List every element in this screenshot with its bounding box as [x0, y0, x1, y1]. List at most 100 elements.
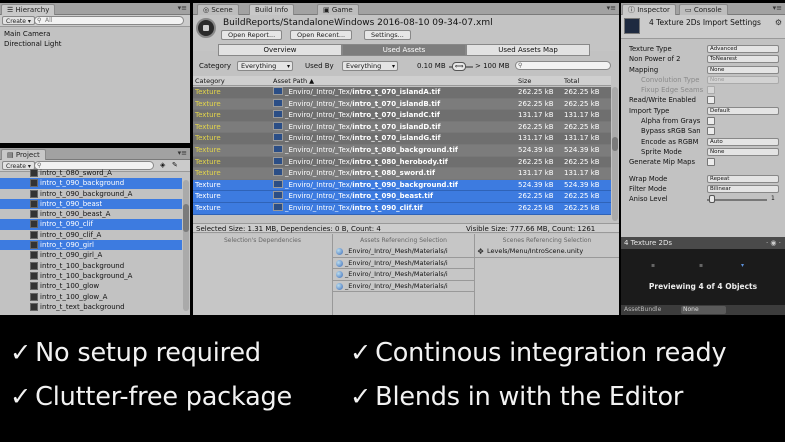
scene-item[interactable]: ❖ Levels/Menu/IntroScene.unity: [475, 246, 619, 258]
inspector-header: 4 Texture 2Ds Import Settings ⚙: [621, 15, 785, 39]
project-asset-item[interactable]: intro_t_090_background: [0, 178, 182, 189]
setting-dropdown[interactable]: None: [707, 147, 779, 156]
tab-used-assets[interactable]: Used Assets: [342, 44, 466, 56]
hierarchy-item[interactable]: Main Camera: [0, 29, 190, 39]
setting-dropdown[interactable]: None: [707, 65, 779, 74]
tab-build-info[interactable]: Build Info: [249, 4, 295, 15]
aniso-slider-track[interactable]: [707, 199, 767, 202]
project-asset-item[interactable]: intro_t_090_girl_A: [0, 250, 182, 260]
aniso-value[interactable]: 1: [771, 194, 775, 204]
hierarchy-toolbar: Create ▾ ⚲ All: [0, 15, 190, 27]
column-size[interactable]: Size: [518, 77, 531, 85]
project-asset-item[interactable]: intro_t_100_background_A: [0, 271, 182, 281]
setting-dropdown[interactable]: Repeat: [707, 174, 779, 183]
create-button[interactable]: Create ▾: [2, 16, 35, 25]
checkmark-icon: ✓: [10, 338, 32, 368]
column-category[interactable]: Category: [195, 77, 225, 85]
tab-game[interactable]: ▣ Game: [317, 4, 359, 15]
project-asset-item[interactable]: intro_t_090_girl: [0, 240, 182, 251]
column-total[interactable]: Total: [564, 77, 579, 85]
preview-options-icon[interactable]: · ◉ ·: [766, 237, 781, 249]
project-asset-item[interactable]: intro_t_090_beast_A: [0, 209, 182, 219]
row-size: 524.39 kB: [518, 145, 554, 154]
project-asset-item[interactable]: intro_t_100_background: [0, 261, 182, 271]
table-row[interactable]: Texture _Enviro/_Intro/_Tex/intro_t_070_i…: [193, 133, 611, 145]
aniso-slider-handle[interactable]: [709, 195, 715, 204]
setting-dropdown[interactable]: Advanced: [707, 45, 779, 53]
size-range-slider[interactable]: ⟺: [452, 62, 466, 71]
column-asset-path[interactable]: Asset Path ▲: [273, 77, 314, 85]
project-asset-item[interactable]: intro_t_090_background_A: [0, 189, 182, 199]
hierarchy-item[interactable]: Directional Light: [0, 39, 190, 49]
table-row[interactable]: Texture _Enviro/_Intro/_Tex/intro_t_090_c…: [193, 202, 611, 215]
tab-build-label: Build Info: [255, 6, 289, 14]
asset-table-scrollbar[interactable]: [612, 87, 618, 221]
setting-checkbox[interactable]: [707, 117, 715, 126]
gear-icon[interactable]: ⚙: [775, 18, 782, 27]
tab-inspector[interactable]: ⓘ Inspector: [622, 4, 676, 15]
referencing-item[interactable]: _Enviro/_Intro/_Mesh/Materials/i: [333, 258, 474, 269]
import-setting-row: Alpha from Grays: [621, 116, 785, 126]
project-asset-item[interactable]: intro_t_text_background: [0, 302, 182, 312]
table-row[interactable]: Texture _Enviro/_Intro/_Tex/intro_t_090_b…: [193, 179, 611, 192]
panel-menu-icon[interactable]: ▾≡: [773, 4, 782, 12]
project-asset-item[interactable]: intro_t_100_glow_A: [0, 292, 182, 302]
setting-dropdown[interactable]: Default: [707, 106, 779, 115]
tab-console[interactable]: ▭ Console: [679, 4, 728, 15]
tab-hierarchy[interactable]: ☰ Hierarchy: [1, 4, 56, 15]
tab-scene[interactable]: ◎ Scene: [197, 4, 239, 15]
referencing-item[interactable]: _Enviro/_Intro/_Mesh/Materials/i: [333, 246, 474, 258]
table-row[interactable]: Texture _Enviro/_Intro/_Tex/intro_t_080_s…: [193, 168, 611, 180]
preview-header[interactable]: 4 Texture 2Ds · ◉ ·: [621, 237, 785, 249]
open-recent-button[interactable]: Open Recent...: [290, 30, 353, 40]
settings-button[interactable]: Settings...: [364, 30, 411, 40]
setting-checkbox[interactable]: [707, 158, 715, 167]
asset-search-input[interactable]: ⚲: [515, 61, 611, 70]
row-file-name: intro_t_070_islandB.tif: [352, 99, 441, 108]
project-scrollbar[interactable]: [183, 180, 189, 311]
project-asset-item[interactable]: intro_t_100_glow: [0, 281, 182, 291]
panel-menu-icon[interactable]: ▾≡: [607, 4, 616, 12]
table-row[interactable]: Texture _Enviro/_Intro/_Tex/intro_t_080_h…: [193, 156, 611, 169]
tab-project[interactable]: ▤ Project: [1, 149, 46, 160]
asset-table-scrollbar-thumb[interactable]: [612, 137, 618, 151]
tab-overview[interactable]: Overview: [218, 44, 342, 56]
project-asset-item[interactable]: intro_t_090_clif_A: [0, 230, 182, 240]
setting-dropdown[interactable]: Bilinear: [707, 184, 779, 193]
row-path-prefix: _Enviro/_Intro/_Tex/: [285, 157, 353, 166]
project-asset-item[interactable]: intro_t_090_clif: [0, 219, 182, 230]
setting-label: Generate Mip Maps: [629, 158, 696, 167]
used-by-dropdown[interactable]: Everything: [342, 61, 398, 71]
table-row[interactable]: Texture _Enviro/_Intro/_Tex/intro_t_070_i…: [193, 98, 611, 111]
panel-menu-icon[interactable]: ▾≡: [178, 149, 187, 157]
project-asset-item[interactable]: intro_t_090_beast: [0, 198, 182, 210]
open-report-button[interactable]: Open Report...: [221, 30, 283, 40]
table-row[interactable]: Texture _Enviro/_Intro/_Tex/intro_t_070_i…: [193, 110, 611, 122]
setting-dropdown[interactable]: ToNearest: [707, 55, 779, 64]
table-row[interactable]: Texture _Enviro/_Intro/_Tex/intro_t_070_i…: [193, 121, 611, 134]
assetbundle-row: AssetBundle None: [621, 305, 785, 315]
tab-used-assets-map[interactable]: Used Assets Map: [466, 44, 590, 56]
setting-dropdown[interactable]: Auto: [707, 137, 779, 146]
referencing-item[interactable]: _Enviro/_Intro/_Mesh/Materials/i: [333, 269, 474, 281]
category-dropdown[interactable]: Everything: [237, 61, 293, 71]
row-total: 524.39 kB: [564, 145, 600, 154]
hierarchy-search-input[interactable]: ⚲ All: [34, 16, 184, 25]
setting-checkbox[interactable]: [707, 96, 715, 105]
visible-size-text: Visible Size: 777.66 MB, Count: 1261: [466, 225, 596, 233]
project-scrollbar-thumb[interactable]: [183, 204, 189, 232]
table-row[interactable]: Texture _Enviro/_Intro/_Tex/intro_t_070_i…: [193, 87, 611, 99]
setting-checkbox[interactable]: [707, 127, 715, 136]
project-asset-item[interactable]: intro_t_080_sword_A: [0, 168, 182, 178]
row-category: Texture: [195, 203, 221, 212]
min-size-label: 0.10 MB: [417, 62, 446, 70]
table-row[interactable]: Texture _Enviro/_Intro/_Tex/intro_t_090_b…: [193, 191, 611, 203]
referencing-item[interactable]: _Enviro/_Intro/_Mesh/Materials/i: [333, 281, 474, 292]
setting-label: Bypass sRGB San: [641, 127, 701, 136]
project-asset-label: intro_t_090_clif_A: [40, 230, 102, 239]
assetbundle-dropdown[interactable]: None: [681, 306, 726, 314]
project-asset-label: intro_t_090_beast: [40, 199, 103, 208]
table-row[interactable]: Texture _Enviro/_Intro/_Tex/intro_t_080_b…: [193, 144, 611, 157]
texture-icon: [30, 261, 38, 270]
panel-menu-icon[interactable]: ▾≡: [178, 4, 187, 12]
